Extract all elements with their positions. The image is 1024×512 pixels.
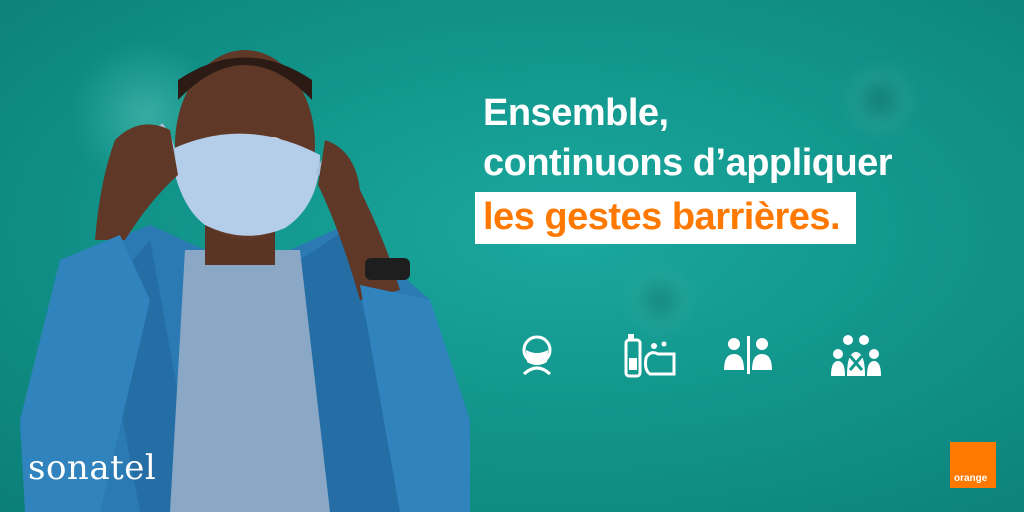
man-wearing-mask-photo bbox=[20, 50, 470, 512]
headline-line-2: continuons d’appliquer bbox=[483, 142, 893, 184]
hand-wash-icon bbox=[624, 334, 676, 378]
barrier-gestures-icons bbox=[515, 330, 895, 386]
no-gathering-icon bbox=[831, 335, 881, 376]
headline: Ensemble, continuons d’appliquer les ges… bbox=[475, 88, 893, 244]
virus-illustration bbox=[620, 260, 700, 340]
orange-logo: orange bbox=[950, 442, 996, 488]
banner: Ensemble, continuons d’appliquer les ges… bbox=[0, 0, 1024, 512]
sonatel-logo: sonatel bbox=[28, 448, 157, 488]
distance-icon bbox=[724, 336, 772, 374]
headline-highlight: les gestes barrières. bbox=[475, 192, 857, 244]
mask-icon bbox=[522, 335, 552, 376]
orange-logo-text: orange bbox=[954, 473, 988, 484]
headline-line-1: Ensemble, bbox=[483, 92, 669, 134]
